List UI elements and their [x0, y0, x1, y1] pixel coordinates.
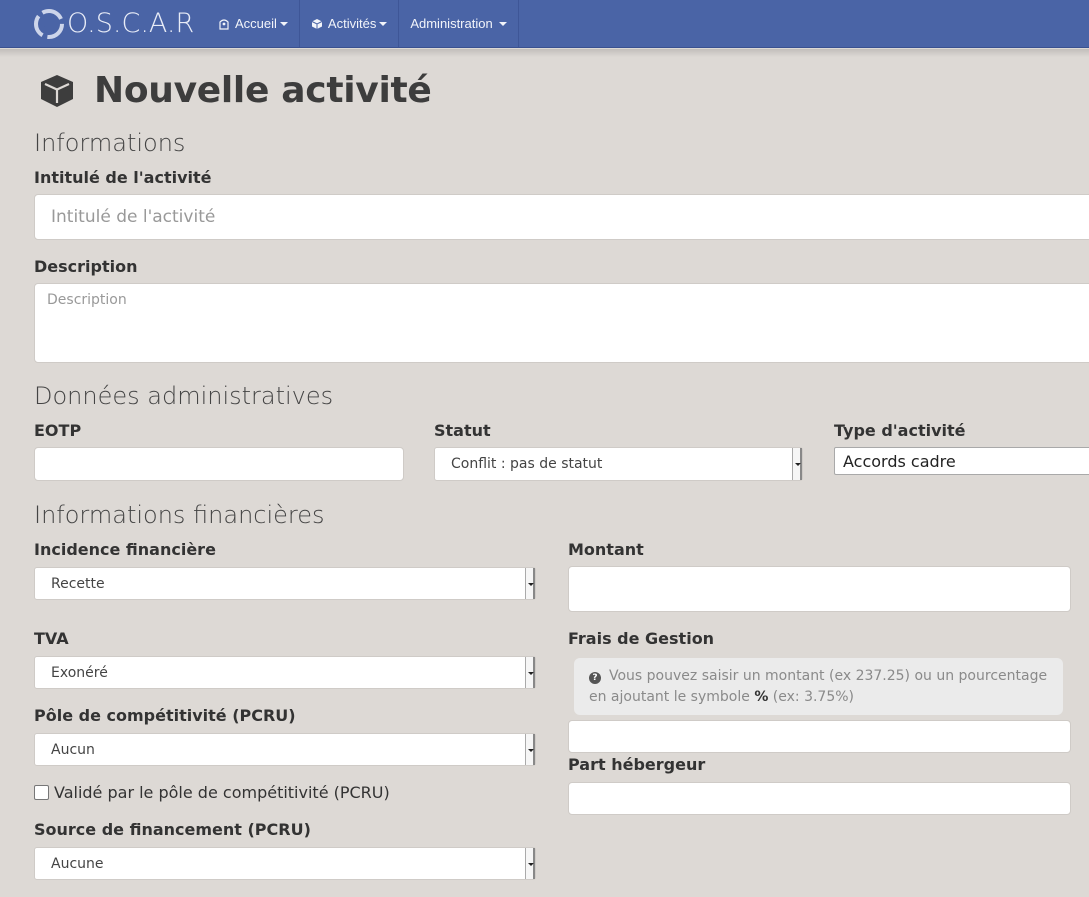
page-header: Nouvelle activité [38, 70, 432, 111]
caret-down-icon [498, 21, 507, 26]
nav-menu-label: Administration [410, 16, 493, 31]
montant-input[interactable] [568, 566, 1071, 612]
brand-link[interactable]: O.S.C.A.R [0, 0, 207, 47]
intitule-input[interactable]: Intitulé de l'activité [34, 194, 1089, 240]
nav-menu-activites[interactable]: Activités [300, 0, 400, 47]
statut-select[interactable]: Conflit : pas de statut [434, 447, 803, 481]
tva-select[interactable]: Exonéré [34, 656, 536, 689]
tva-value: Exonéré [51, 664, 108, 681]
incidence-label: Incidence financière [34, 540, 216, 559]
help-text-2: (ex: 3.75%) [772, 689, 855, 705]
intitule-placeholder: Intitulé de l'activité [51, 207, 216, 227]
section-informations: Informations [34, 129, 186, 157]
caret-down-icon [279, 21, 288, 26]
dropdown-arrow-icon [525, 734, 535, 765]
brand-name: O.S.C.A.R [67, 8, 195, 39]
part-hebergeur-label: Part hébergeur [568, 755, 706, 774]
statut-label: Statut [434, 421, 491, 440]
eotp-input[interactable] [34, 447, 404, 481]
eotp-label: EOTP [34, 421, 82, 440]
source-label: Source de financement (PCRU) [34, 820, 311, 839]
oscar-logo-icon [34, 8, 64, 39]
montant-label: Montant [568, 540, 644, 559]
part-hebergeur-input[interactable] [568, 782, 1071, 815]
cube-icon [311, 18, 323, 29]
pole-label: Pôle de compétitivité (PCRU) [34, 706, 296, 725]
frais-gestion-help: ? Vous pouvez saisir un montant (ex 237.2… [574, 658, 1063, 715]
cube-icon [41, 74, 73, 107]
description-textarea[interactable]: Description [34, 283, 1089, 363]
nav-menu-administration[interactable]: Administration [399, 0, 519, 47]
valide-pole-checkbox[interactable] [34, 785, 49, 800]
home-icon [219, 18, 229, 30]
valide-pole-row: Validé par le pôle de compétitivité (PCR… [34, 783, 390, 802]
nav-menu-label: Accueil [235, 16, 277, 31]
source-select[interactable]: Aucune [34, 847, 536, 880]
statut-value: Conflit : pas de statut [451, 456, 603, 472]
nav-menu-accueil[interactable]: Accueil [207, 0, 300, 47]
type-activite-select[interactable]: Accords cadre [834, 447, 1089, 475]
help-symbol: % [754, 689, 769, 705]
nav-menu-label: Activités [327, 16, 377, 31]
description-placeholder: Description [47, 292, 127, 308]
dropdown-arrow-icon [525, 568, 535, 599]
pole-select[interactable]: Aucun [34, 733, 536, 766]
pole-value: Aucun [51, 741, 95, 758]
section-donnees-administratives: Données administratives [34, 382, 334, 410]
tva-label: TVA [34, 629, 69, 648]
source-value: Aucune [51, 855, 104, 872]
description-label: Description [34, 257, 138, 276]
dropdown-arrow-icon [792, 448, 802, 480]
frais-gestion-label: Frais de Gestion [568, 629, 715, 648]
type-activite-label: Type d'activité [834, 421, 966, 440]
page-title: Nouvelle activité [94, 70, 432, 111]
frais-gestion-input[interactable] [568, 720, 1071, 753]
dropdown-arrow-icon [525, 848, 535, 879]
section-informations-financieres: Informations financières [34, 501, 325, 529]
caret-down-icon [379, 21, 388, 26]
valide-pole-label[interactable]: Validé par le pôle de compétitivité (PCR… [54, 783, 390, 802]
intitule-label: Intitulé de l'activité [34, 168, 212, 187]
dropdown-arrow-icon [525, 657, 535, 688]
question-circle-icon: ? [589, 672, 601, 684]
top-navbar: O.S.C.A.R Accueil Activités Administrati… [0, 0, 1089, 48]
incidence-select[interactable]: Recette [34, 567, 536, 600]
navbar-shadow [0, 49, 1089, 57]
type-activite-value: Accords cadre [843, 452, 956, 471]
incidence-value: Recette [51, 575, 105, 592]
